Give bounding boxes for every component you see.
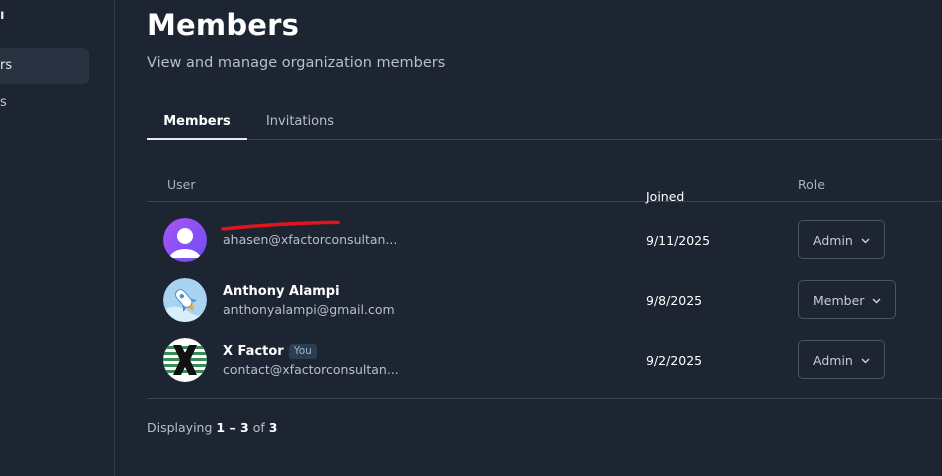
table-bottom-divider	[147, 398, 942, 399]
role-dropdown[interactable]: Admin	[798, 340, 885, 379]
chevron-down-icon	[861, 341, 870, 378]
table-row: X Factor You contact@xfactorconsultan... …	[147, 330, 942, 390]
pagination-prefix: Displaying	[147, 420, 213, 435]
sidebar-item-members[interactable]: rs	[0, 48, 89, 84]
sidebar-item-settings[interactable]: s	[0, 85, 89, 121]
avatar	[163, 278, 207, 322]
role-dropdown-label: Admin	[813, 233, 853, 248]
role-dropdown-label: Admin	[813, 353, 853, 368]
member-name-text: X Factor	[223, 344, 284, 359]
member-joined-date: 9/11/2025	[646, 233, 711, 248]
table-row: ahasen@xfactorconsultan... 9/11/2025 Adm…	[147, 210, 942, 270]
x-logo-icon	[163, 338, 207, 382]
role-dropdown-label: Member	[813, 293, 865, 308]
table-header: User Joined Role	[147, 166, 942, 204]
column-header-role: Role	[798, 177, 825, 192]
role-dropdown[interactable]: Admin	[798, 220, 885, 259]
pagination-range: 1 – 3	[216, 420, 249, 435]
avatar	[163, 338, 207, 382]
chevron-down-icon	[872, 281, 881, 318]
page-subtitle: View and manage organization members	[147, 55, 446, 71]
member-name: X Factor You	[223, 344, 317, 359]
sidebar-top-label: ı	[0, 8, 5, 23]
chevron-down-icon	[861, 221, 870, 258]
role-dropdown[interactable]: Member	[798, 280, 897, 319]
default-user-icon	[163, 218, 207, 262]
page-title: Members	[147, 8, 300, 42]
you-badge: You	[288, 344, 317, 359]
redaction-mark	[221, 220, 340, 231]
pagination-total: 3	[268, 420, 278, 435]
member-joined-date: 9/2/2025	[646, 353, 703, 368]
tab-bar: Members Invitations	[147, 104, 942, 140]
member-email: anthonyalampi@gmail.com	[223, 302, 395, 317]
member-email: contact@xfactorconsultan...	[223, 362, 399, 377]
table-row: Anthony Alampi anthonyalampi@gmail.com 9…	[147, 270, 942, 330]
avatar	[163, 218, 207, 262]
tab-members[interactable]: Members	[147, 104, 247, 140]
column-header-joined: Joined	[646, 189, 685, 204]
sidebar: ı rs s	[0, 0, 115, 476]
pagination-summary: Displaying 1 – 3 of 3	[147, 420, 277, 435]
member-joined-date: 9/8/2025	[646, 293, 703, 308]
member-email: ahasen@xfactorconsultan...	[223, 232, 398, 247]
pagination-of: of	[252, 420, 265, 435]
rocket-icon	[163, 278, 207, 322]
column-header-user: User	[167, 177, 196, 192]
tab-invitations[interactable]: Invitations	[253, 104, 347, 140]
main-content: Members View and manage organization mem…	[147, 0, 942, 476]
member-name: Anthony Alampi	[223, 284, 340, 299]
